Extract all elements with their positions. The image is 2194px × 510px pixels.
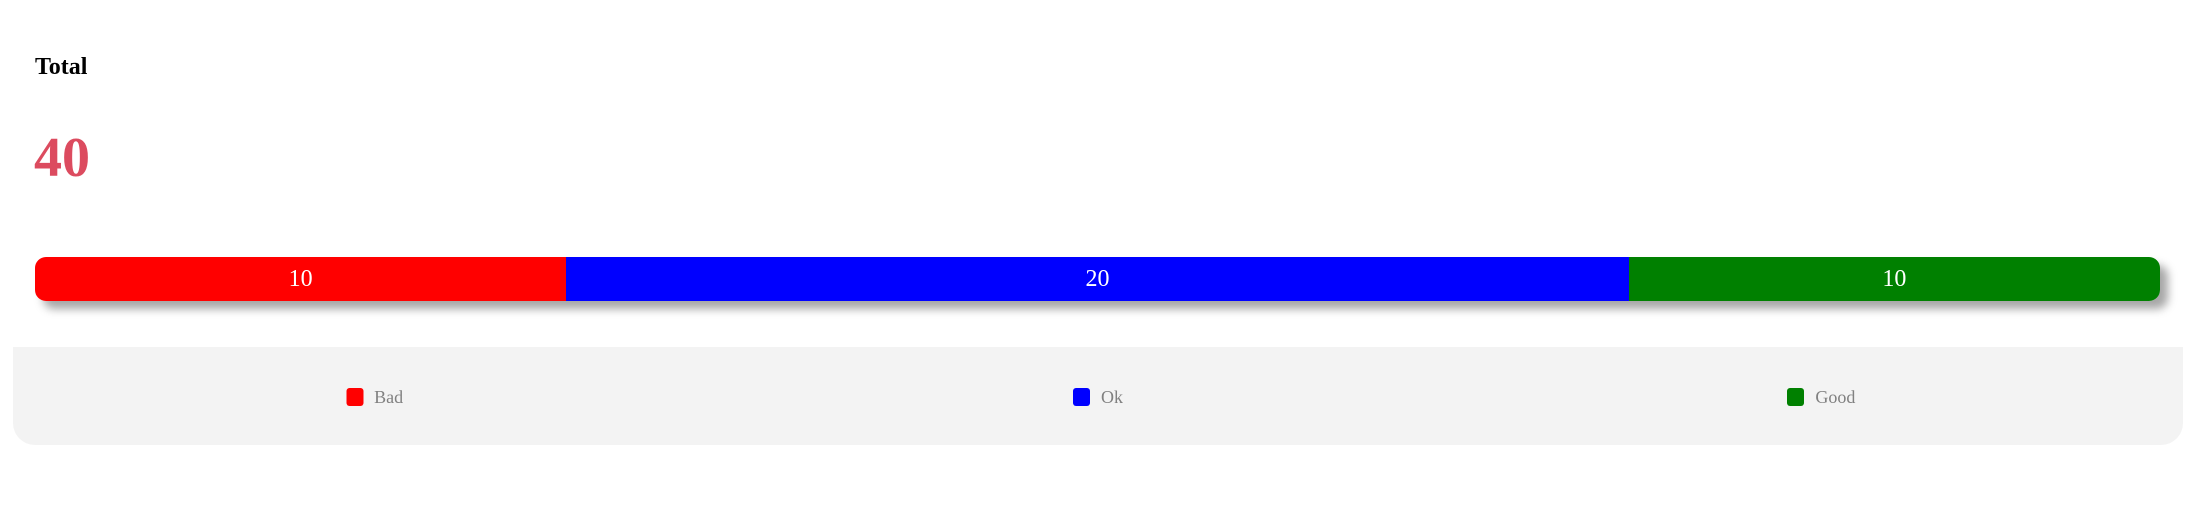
bar-segment-bad: 10 <box>35 257 567 301</box>
legend-label: Good <box>1815 387 1856 407</box>
bar-segment-good: 10 <box>1628 257 2160 301</box>
legend-item-good: Good <box>1787 387 1855 407</box>
legend-label: Ok <box>1101 387 1123 407</box>
legend-item-bad: Bad <box>346 387 403 407</box>
bar-segment-ok: 20 <box>566 257 1629 301</box>
legend: Bad Ok Good <box>13 347 2183 445</box>
total-value: 40 <box>34 127 90 189</box>
stacked-bar: 10 20 10 <box>35 257 2160 301</box>
total-label: Total <box>35 54 88 80</box>
legend-swatch <box>346 388 364 406</box>
bar-segment-value-label: 20 <box>1085 266 1110 292</box>
legend-label: Bad <box>374 387 404 407</box>
legend-swatch <box>1073 388 1090 406</box>
legend-swatch <box>1787 388 1805 406</box>
legend-item-ok: Ok <box>1073 387 1123 407</box>
bar-segment-value-label: 10 <box>1882 266 1907 292</box>
bar-segment-value-label: 10 <box>288 266 313 292</box>
